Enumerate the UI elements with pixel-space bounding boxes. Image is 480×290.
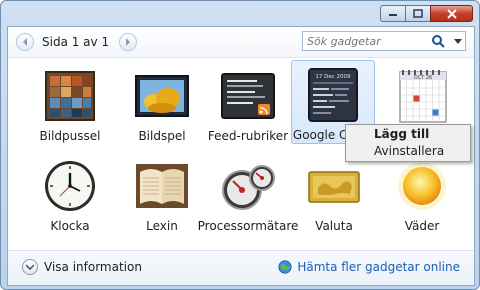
search-box bbox=[302, 31, 466, 51]
gadget-gallery-window: Sida 1 av 1 Sök gadgetar Bildpussel Bild… bbox=[0, 0, 480, 290]
gadget-tile-cpu-meter[interactable]: Processormätare bbox=[198, 152, 298, 236]
context-menu: Lägg till Avinstallera bbox=[345, 124, 471, 162]
gadget-label: Bildpussel bbox=[39, 129, 101, 143]
expand-details-button[interactable] bbox=[22, 259, 38, 275]
maximize-icon bbox=[413, 9, 423, 18]
cpu-meter-icon bbox=[222, 165, 275, 210]
calendar-date-text: 17 Dec 2009 bbox=[315, 74, 351, 80]
gadget-tile-slideshow[interactable]: Bildspel bbox=[119, 62, 205, 146]
currency-icon bbox=[308, 171, 360, 203]
show-details-toggle[interactable]: Visa information bbox=[22, 259, 142, 275]
chevron-down-icon bbox=[26, 264, 34, 270]
get-more-gadgets-text[interactable]: Hämta fler gadgetar online bbox=[297, 260, 460, 274]
get-more-gadgets-link[interactable]: Hämta fler gadgetar online bbox=[278, 260, 460, 274]
toolbar: Sida 1 av 1 bbox=[8, 27, 474, 58]
gadget-tile-picture-puzzle[interactable]: Bildpussel bbox=[27, 62, 113, 146]
gadget-label: Klocka bbox=[50, 219, 90, 233]
close-icon bbox=[446, 8, 457, 19]
gallery-footer: Visa information Hämta fler gadgetar onl… bbox=[8, 250, 474, 285]
previous-page-button[interactable] bbox=[16, 33, 34, 51]
gadget-tile-currency[interactable]: Valuta bbox=[291, 152, 377, 236]
search-options-dropdown-icon[interactable] bbox=[454, 35, 462, 47]
calendar-month-text: OCT 26 bbox=[414, 75, 432, 81]
window-caption-buttons bbox=[380, 5, 473, 22]
maximize-button[interactable] bbox=[405, 5, 431, 22]
page-indicator: Sida 1 av 1 bbox=[42, 35, 110, 49]
chevron-right-icon bbox=[126, 38, 131, 46]
sun-weather-icon bbox=[398, 162, 446, 210]
dictionary-book-icon bbox=[136, 164, 188, 208]
slideshow-icon bbox=[135, 75, 189, 117]
close-button[interactable] bbox=[430, 5, 473, 22]
context-menu-add[interactable]: Lägg till bbox=[346, 126, 470, 143]
chevron-left-icon bbox=[23, 38, 27, 46]
gadget-tile-clock[interactable]: Klocka bbox=[27, 152, 113, 236]
clock-icon bbox=[45, 161, 95, 211]
gadget-label: Väder bbox=[404, 219, 440, 233]
search-icon[interactable] bbox=[431, 34, 445, 48]
google-calendar-icon: 17 Dec 2009 bbox=[308, 68, 358, 122]
minimize-icon bbox=[389, 13, 397, 16]
gadget-tile-feed-headlines[interactable]: Feed-rubriker bbox=[205, 62, 291, 146]
context-menu-uninstall[interactable]: Avinstallera bbox=[346, 143, 470, 160]
minimize-button[interactable] bbox=[380, 5, 406, 22]
feed-headlines-icon bbox=[221, 73, 275, 119]
search-input[interactable] bbox=[307, 33, 427, 49]
next-page-button[interactable] bbox=[119, 33, 138, 51]
calendar-icon: OCT 26 bbox=[399, 70, 447, 123]
gadget-tile-weather[interactable]: Väder bbox=[379, 152, 465, 236]
globe-icon bbox=[278, 260, 292, 274]
pager: Sida 1 av 1 bbox=[16, 32, 138, 52]
gadget-label: Feed-rubriker bbox=[207, 129, 289, 143]
picture-puzzle-icon bbox=[45, 71, 95, 121]
show-details-label: Visa information bbox=[44, 260, 142, 274]
gadget-tile-lexin[interactable]: Lexin bbox=[119, 152, 205, 236]
